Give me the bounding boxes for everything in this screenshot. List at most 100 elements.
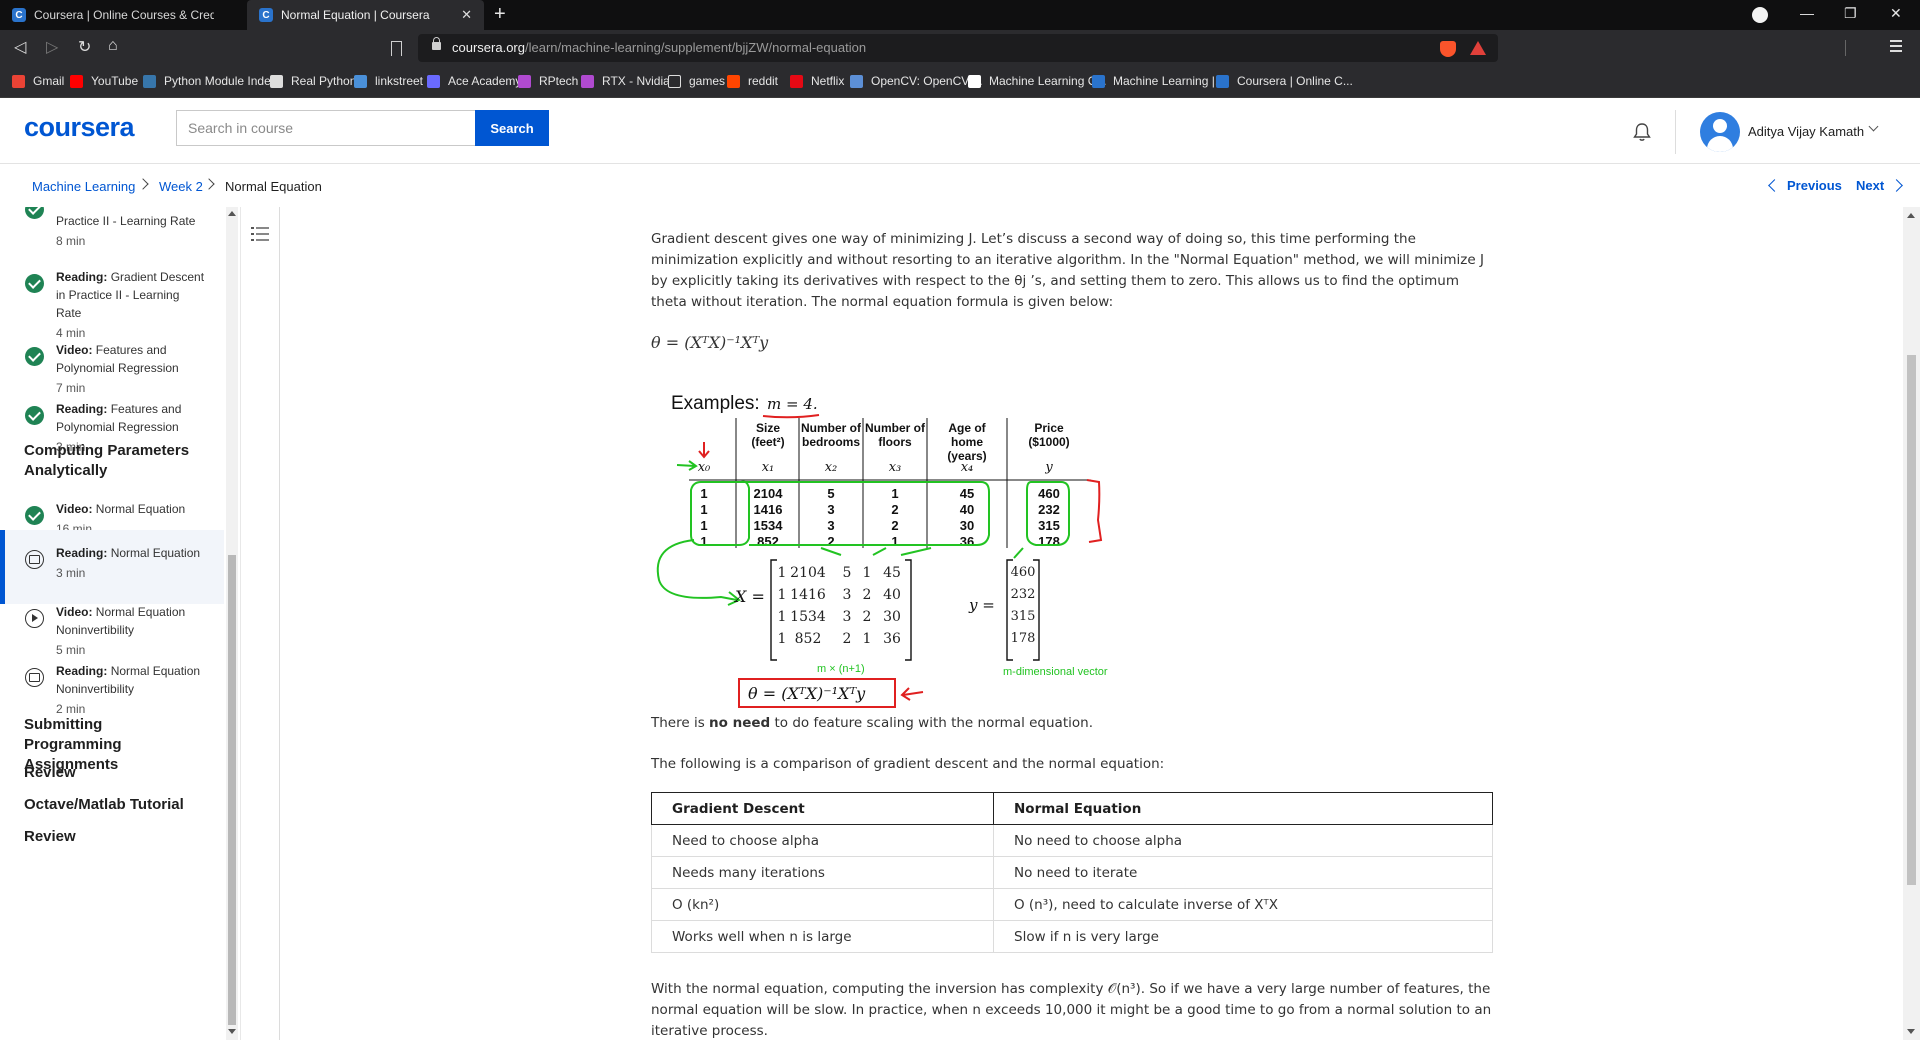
tab-title: Coursera | Online Courses & Credentia (34, 8, 214, 22)
home-icon[interactable]: ⌂ (108, 37, 118, 55)
next-link[interactable]: Next (1856, 178, 1884, 193)
chevron-right-icon (203, 178, 215, 190)
breadcrumb-course[interactable]: Machine Learning (32, 179, 135, 194)
vector-entry: 315 (1011, 609, 1036, 624)
search-input[interactable] (176, 110, 475, 146)
no-scaling-paragraph: There is no need to do feature scaling w… (651, 715, 1093, 731)
bookmark-ace-academy[interactable]: Ace Academy (427, 74, 521, 88)
bookmark-linkstreet[interactable]: linkstreet (354, 74, 423, 88)
sidebar-item[interactable]: Reading: Normal Equation 3 min (0, 530, 224, 604)
chevron-right-icon[interactable] (1890, 179, 1903, 192)
chevron-left-icon[interactable] (1768, 179, 1781, 192)
user-name[interactable]: Aditya Vijay Kamath (1748, 124, 1864, 139)
previous-link[interactable]: Previous (1787, 178, 1842, 193)
completed-check-icon (25, 347, 44, 366)
bookmark-icon (1092, 74, 1105, 88)
intro-paragraph: Gradient descent gives one way of minimi… (651, 231, 1484, 310)
avatar[interactable] (1700, 112, 1740, 152)
sidebar-item[interactable]: Video: Features and Polynomial Regressio… (0, 341, 224, 396)
main-scroll-thumb[interactable] (1907, 355, 1916, 885)
bookmark-netflix[interactable]: Netflix (790, 74, 844, 88)
browser-menu-icon[interactable] (1890, 40, 1902, 42)
table-header: Gradient Descent (651, 792, 994, 825)
table-of-contents-icon[interactable] (250, 225, 270, 243)
sidebar-scrollbar[interactable] (226, 207, 238, 1040)
back-icon[interactable]: ◁ (14, 37, 26, 57)
figure-column-header: Number of floors (865, 421, 926, 449)
brave-shield-icon[interactable] (1440, 41, 1456, 57)
table-header-row: Gradient Descent Normal Equation (651, 792, 1493, 825)
sidebar-item[interactable]: Video: Normal Equation Noninvertibility 5… (0, 603, 224, 658)
breadcrumb: Machine Learning Week 2 Normal Equation … (0, 165, 1920, 207)
sidebar-item[interactable]: Reading: Normal Equation Noninvertibilit… (0, 662, 224, 717)
bookmark-youtube[interactable]: YouTube (70, 74, 138, 88)
bookmark-machine-learning-c[interactable]: Machine Learning C... (968, 74, 1106, 88)
comparison-table-wrap: Gradient Descent Normal Equation Need to… (651, 792, 1493, 953)
matrix-entry: 1 (778, 587, 787, 603)
figure-column-header: Number of bedrooms (801, 421, 862, 449)
reload-icon[interactable]: ↻ (78, 37, 91, 57)
course-sidebar: Video: Gradient Descent in Practice II -… (0, 207, 224, 1040)
search-button[interactable]: Search (475, 110, 549, 146)
main-scrollbar[interactable] (1903, 207, 1920, 1040)
bookmark-real-python[interactable]: Real Python (270, 74, 356, 88)
restore-icon[interactable]: ❐ (1844, 5, 1857, 22)
matrix-entry: 5 (843, 565, 852, 581)
bookmark-gmail[interactable]: Gmail (12, 74, 64, 88)
url-text: coursera.org/learn/machine-learning/supp… (452, 40, 867, 55)
bookmark-label: OpenCV: OpenCV-... (871, 74, 983, 88)
bookmark-rptech[interactable]: RPtech (518, 74, 578, 88)
matrix-entry: 2 (863, 587, 872, 603)
matrix-entry: 1 (863, 565, 872, 581)
bookmark-icon (727, 74, 740, 88)
bookmark-label: Gmail (33, 74, 65, 88)
sidebar-section-heading[interactable]: Review (24, 827, 199, 847)
matrix-entry: 3 (843, 609, 852, 625)
bookmark-label: RTX - Nvidia (602, 74, 670, 88)
green-arrow-annotation (656, 539, 738, 601)
tab-normal-equation[interactable]: C Normal Equation | Coursera ✕ (247, 0, 484, 30)
completed-check-icon (25, 406, 44, 425)
bookmark-rtx-nvidia[interactable]: RTX - Nvidia (581, 74, 670, 88)
tab-coursera-home[interactable]: C Coursera | Online Courses & Credentia (0, 0, 244, 30)
table-row: Needs many iterations No need to iterate (651, 856, 1493, 889)
sidebar-item[interactable]: Video: Gradient Descent in Practice II -… (0, 207, 224, 264)
notification-bell-icon[interactable] (1632, 122, 1652, 142)
bookmark-icon[interactable] (391, 41, 402, 56)
address-bar[interactable]: coursera.org/learn/machine-learning/supp… (391, 34, 1846, 62)
sidebar-section-heading[interactable]: Computing Parameters Analytically (24, 441, 199, 481)
bookmark-label: Machine Learning |... (1113, 74, 1225, 88)
close-window-icon[interactable]: ✕ (1890, 5, 1902, 22)
bookmark-opencv-opencv[interactable]: OpenCV: OpenCV-... (850, 74, 983, 88)
sidebar-section-heading[interactable]: Octave/Matlab Tutorial (24, 795, 199, 815)
figure-column-header: Size (feet²) (751, 421, 784, 449)
matrix-entry: 2 (863, 609, 872, 625)
vector-entry: 460 (1011, 565, 1036, 580)
brave-rewards-icon[interactable] (1470, 41, 1486, 55)
close-tab-icon[interactable]: ✕ (461, 7, 472, 23)
bookmark-reddit[interactable]: reddit (727, 74, 778, 88)
bookmark-python-module-index[interactable]: Python Module Index (143, 74, 277, 88)
table-cell: Works well when n is large (651, 920, 994, 953)
minimize-icon[interactable]: — (1800, 5, 1814, 21)
sidebar-item[interactable]: Reading: Gradient Descent in Practice II… (0, 268, 224, 340)
matrix-entry: 1 (778, 609, 787, 625)
sidebar-section-heading[interactable]: Review (24, 763, 199, 783)
bookmark-machine-learning[interactable]: Machine Learning |... (1092, 74, 1225, 88)
chevron-down-icon[interactable] (1868, 121, 1879, 132)
bookmark-label: YouTube (91, 74, 139, 88)
bookmark-coursera-online-c[interactable]: Coursera | Online C... (1216, 74, 1353, 88)
breadcrumb-week[interactable]: Week 2 (159, 179, 203, 194)
figure-cell: 40 (960, 502, 974, 517)
bookmark-games[interactable]: games (668, 74, 725, 88)
figure-cell: 5 (827, 486, 834, 501)
new-tab-icon[interactable]: + (494, 3, 506, 26)
coursera-logo[interactable]: coursera (24, 112, 135, 143)
table-cell: Slow if n is very large (993, 920, 1493, 953)
forward-icon[interactable]: ▷ (46, 37, 58, 57)
download-icon[interactable] (1752, 7, 1768, 23)
figure-cell: 30 (960, 518, 974, 533)
sidebar-scroll-thumb[interactable] (228, 555, 236, 1025)
figure-column-header: Age of home (years) (947, 421, 986, 463)
bookmark-label: Python Module Index (164, 74, 277, 88)
